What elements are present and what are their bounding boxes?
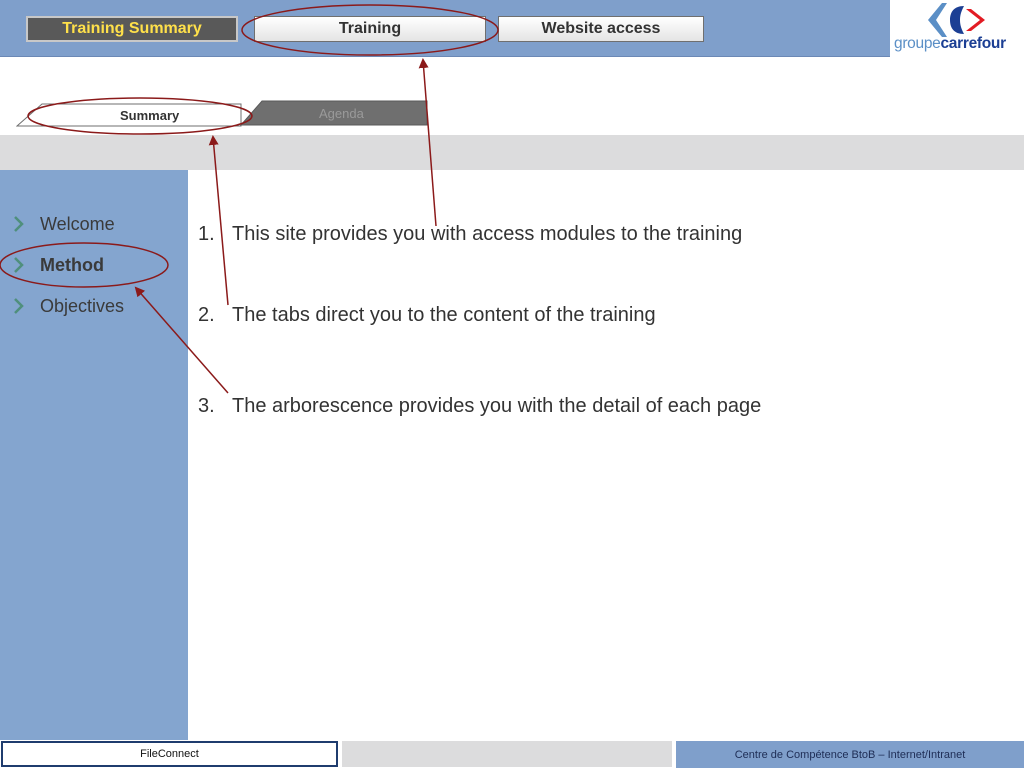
chevron-right-icon	[14, 216, 24, 232]
content-item-number: 1.	[198, 223, 215, 245]
chevron-right-icon	[14, 257, 24, 273]
tab-training[interactable]: Training	[254, 16, 486, 42]
footer-fileconnect-label: FileConnect	[140, 748, 199, 760]
footer-credit: Centre de Compétence BtoB – Internet/Int…	[676, 741, 1024, 768]
content-item-3: 3. The arborescence provides you with th…	[198, 395, 761, 418]
sidebar-item-method[interactable]: Method	[12, 252, 104, 278]
content-item-number: 3.	[198, 395, 215, 417]
sidebar-item-label: Welcome	[40, 213, 115, 234]
subtab-agenda[interactable]: Agenda	[240, 100, 428, 126]
gray-divider-bar	[0, 135, 1024, 170]
tab-training-summary[interactable]: Training Summary	[26, 16, 238, 42]
subtab-agenda-label: Agenda	[319, 106, 364, 121]
carrefour-logo: groupecarrefour	[890, 0, 1024, 56]
sidebar-item-label: Objectives	[40, 295, 125, 316]
logo-text-groupe: groupe	[894, 35, 941, 52]
subtab-summary[interactable]: Summary	[16, 103, 242, 127]
sidebar-item-welcome[interactable]: Welcome	[12, 211, 115, 237]
footer-spacer	[342, 741, 672, 767]
sidebar-item-label: Method	[40, 254, 104, 275]
subtab-summary-label: Summary	[120, 108, 180, 123]
tab-training-summary-label: Training Summary	[62, 20, 202, 37]
chevron-right-icon	[14, 298, 24, 314]
tab-training-label: Training	[338, 20, 402, 37]
content-item-text: The arborescence provides you with the d…	[232, 395, 762, 417]
footer-fileconnect-button[interactable]: FileConnect	[1, 741, 338, 767]
logo-text-carrefour: carrefour	[940, 35, 1006, 52]
carrefour-logo-icon	[928, 3, 985, 37]
sidebar-item-objectives[interactable]: Objectives	[12, 293, 124, 319]
tab-website-access-label: Website access	[541, 20, 661, 37]
content-item-text: This site provides you with access modul…	[232, 223, 743, 245]
footer-credit-label: Centre de Compétence BtoB – Internet/Int…	[734, 748, 966, 761]
content-item-text: The tabs direct you to the content of th…	[232, 304, 656, 326]
content-item-number: 2.	[198, 304, 215, 326]
tab-website-access[interactable]: Website access	[498, 16, 704, 42]
content-item-2: 2. The tabs direct you to the content of…	[198, 304, 656, 327]
content-item-1: 1. This site provides you with access mo…	[198, 223, 742, 246]
